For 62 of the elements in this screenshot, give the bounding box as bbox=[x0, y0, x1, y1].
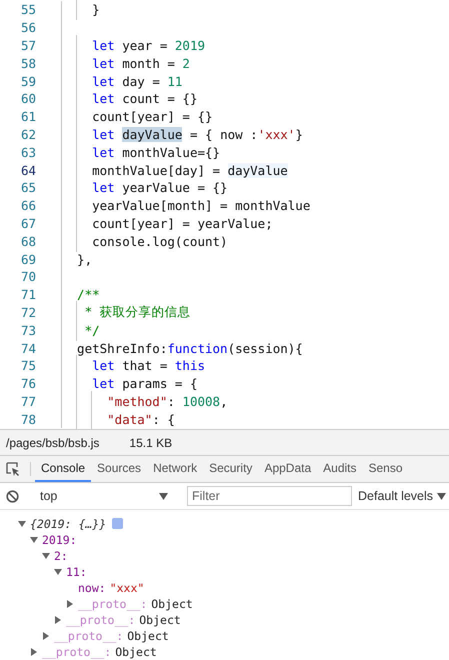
property-key: __proto__: bbox=[54, 628, 124, 643]
line-number: 63 bbox=[20, 144, 36, 160]
dropdown-caret-icon bbox=[159, 492, 168, 500]
line-number: 76 bbox=[20, 376, 36, 392]
line-number: 66 bbox=[20, 198, 36, 214]
line-number: 62 bbox=[20, 126, 36, 142]
line-number: 72 bbox=[20, 304, 36, 320]
devtools-tab[interactable]: AppData bbox=[258, 456, 318, 482]
property-key: now: bbox=[78, 580, 106, 595]
devtools-tab[interactable]: Console bbox=[35, 456, 92, 482]
line-number: 69 bbox=[20, 252, 36, 267]
code-line: console.log(count) bbox=[62, 234, 228, 249]
line-number: 68 bbox=[20, 234, 36, 249]
property-key: 2: bbox=[54, 548, 68, 563]
devtools-tab[interactable]: Audits bbox=[317, 456, 362, 482]
property-key: __proto__: bbox=[66, 612, 136, 627]
object-preview: {2019: {…}} bbox=[30, 516, 106, 531]
log-levels-dropdown[interactable]: Default levels bbox=[358, 489, 446, 504]
property-value: Object bbox=[139, 612, 181, 627]
code-line: getShreInfo:function(session){ bbox=[76, 340, 303, 356]
line-number: 73 bbox=[20, 322, 36, 338]
code-line: /** bbox=[76, 287, 100, 302]
code-line: monthValue[day] = dayValue bbox=[62, 162, 288, 178]
line-number: 67 bbox=[20, 216, 36, 231]
code-line: let dayValue = { now :'xxx'} bbox=[62, 126, 303, 142]
info-icon bbox=[112, 518, 124, 530]
code-line: "data": { bbox=[62, 412, 175, 427]
devtools-tab[interactable]: Network bbox=[147, 456, 204, 482]
context-dropdown[interactable]: top bbox=[34, 489, 174, 504]
devtools-tab[interactable]: Senso bbox=[362, 456, 409, 482]
line-number: 64 bbox=[20, 162, 36, 178]
code-line: */ bbox=[62, 322, 100, 338]
line-number: 65 bbox=[20, 180, 36, 196]
dropdown-caret-icon bbox=[437, 492, 446, 500]
line-number: 71 bbox=[20, 287, 36, 302]
line-number: 55 bbox=[20, 2, 36, 18]
code-line: } bbox=[62, 2, 100, 18]
file-path: /pages/bsb/bsb.js bbox=[6, 436, 100, 450]
devtools-tab[interactable]: Security bbox=[203, 456, 258, 482]
property-value: "xxx" bbox=[110, 580, 144, 595]
line-number: 77 bbox=[20, 394, 36, 409]
property-value: Object bbox=[115, 644, 157, 659]
property-value: Object bbox=[127, 628, 169, 643]
line-number: 57 bbox=[20, 38, 36, 53]
line-number: 75 bbox=[20, 358, 36, 374]
line-number: 58 bbox=[20, 56, 36, 71]
code-line: }, bbox=[76, 252, 92, 267]
property-key: 11: bbox=[66, 564, 87, 579]
line-number: 61 bbox=[20, 109, 36, 124]
property-key: 2019: bbox=[42, 532, 77, 547]
line-number: 74 bbox=[20, 340, 36, 356]
property-key: __proto__: bbox=[78, 596, 148, 611]
file-size: 15.1 KB bbox=[129, 436, 172, 450]
property-key: __proto__: bbox=[42, 644, 112, 659]
devtools-tab[interactable]: Sources bbox=[91, 456, 148, 482]
line-number: 56 bbox=[20, 20, 36, 36]
line-number: 78 bbox=[20, 412, 36, 427]
filter-field[interactable]: Filter bbox=[187, 486, 352, 506]
line-number: 60 bbox=[20, 91, 36, 106]
line-number: 70 bbox=[20, 269, 36, 284]
line-number: 59 bbox=[20, 74, 36, 89]
property-value: Object bbox=[151, 596, 193, 611]
